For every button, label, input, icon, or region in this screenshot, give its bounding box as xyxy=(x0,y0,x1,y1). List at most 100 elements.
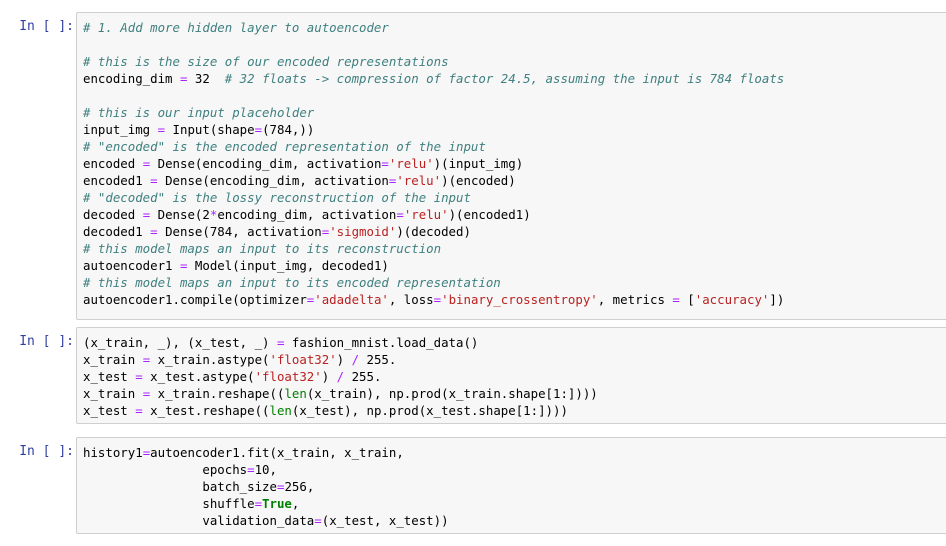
code-line: # this is our input placeholder xyxy=(83,104,784,121)
code-token: ) xyxy=(336,352,352,367)
code-line: epochs=10, xyxy=(83,461,449,478)
code-token: (x_test, x_test)) xyxy=(321,513,449,528)
code-token: input_img xyxy=(83,122,158,137)
code-token: [ xyxy=(679,292,695,307)
code-token: = xyxy=(672,292,680,307)
code-line: # this model maps an input to its encode… xyxy=(83,274,784,291)
code-cell-3[interactable]: In [ ]: history1 = autoencoder1.fit(x_trai… xyxy=(0,437,946,534)
code-line: x_test = x_test.reshape((len(x_test), np… xyxy=(83,402,598,419)
code-token: Dense(encoding_dim, activation xyxy=(150,156,382,171)
code-token: shuffle xyxy=(83,496,255,511)
code-token: 32 xyxy=(187,71,225,86)
code-token: 'float32' xyxy=(269,352,337,367)
code-token: = xyxy=(381,156,389,171)
code-token: 'relu' xyxy=(403,207,449,222)
code-cell-1[interactable]: In [ ]: # 1. Add more hidden layer to au… xyxy=(0,12,946,320)
code-token: 'sigmoid' xyxy=(329,224,397,239)
code-token: encoded xyxy=(83,156,143,171)
code-token: / xyxy=(351,352,360,367)
code-line: x_train = x_train.astype('float32') / 25… xyxy=(83,351,598,368)
code-token: batch_size xyxy=(83,479,277,494)
code-text[interactable]: # 1. Add more hidden layer to autoencode… xyxy=(83,19,784,308)
code-token: = xyxy=(247,462,255,477)
code-token: # 1. Add more hidden layer to autoencode… xyxy=(83,20,389,35)
code-token: )(input_img) xyxy=(433,156,524,171)
code-line: # this is the size of our encoded repres… xyxy=(83,53,784,70)
code-token: x_train xyxy=(83,352,143,367)
code-token: , xyxy=(291,496,300,511)
code-editor[interactable]: (x_train, _), (x_test, _) = fashion_mnis… xyxy=(76,327,946,424)
code-token: 'binary_crossentropy' xyxy=(441,292,598,307)
code-token: x_train xyxy=(83,386,143,401)
code-token: 'adadelta' xyxy=(314,292,389,307)
code-cell-2[interactable]: In [ ]: (x_train, _), (x_test, _) = fash… xyxy=(0,327,946,424)
code-token: = xyxy=(433,292,442,307)
code-token: = xyxy=(135,369,143,384)
code-line: x_test = x_test.astype('float32') / 255. xyxy=(83,368,598,385)
code-token: True xyxy=(262,496,292,511)
code-token: ]) xyxy=(769,292,785,307)
code-token: Input(shape xyxy=(165,122,255,137)
code-editor[interactable]: history1 = autoencoder1.fit(x_train, x_tra… xyxy=(76,437,946,534)
code-token: (x_train, _), (x_test, _) xyxy=(83,335,277,350)
code-line: # "decoded" is the lossy reconstruction … xyxy=(83,189,784,206)
code-token: (x_test), np.prod(x_test.shape[1:]))) xyxy=(291,403,568,418)
code-text[interactable]: history1 = autoencoder1.fit(x_train, x_tra… xyxy=(83,444,449,529)
code-token: 255. xyxy=(359,352,397,367)
code-token: x_train.astype( xyxy=(150,352,270,367)
code-token: fashion_mnist.load_data() xyxy=(284,335,479,350)
code-token: history1 xyxy=(83,445,143,460)
code-token: = xyxy=(150,173,158,188)
code-token: x_test.reshape(( xyxy=(142,403,270,418)
code-token: 'accuracy' xyxy=(694,292,770,307)
code-token: = xyxy=(254,496,263,511)
code-token: Dense(2 xyxy=(150,207,210,222)
code-line: # 1. Add more hidden layer to autoencode… xyxy=(83,19,784,36)
code-token: # this model maps an input to its recons… xyxy=(83,241,442,256)
code-line: encoded1 = Dense(encoding_dim, activatio… xyxy=(83,172,784,189)
code-token: autoencoder1.fit(x_train, x_train, xyxy=(150,445,404,460)
code-token: # "encoded" is the encoded representatio… xyxy=(83,139,486,154)
code-line: # "encoded" is the encoded representatio… xyxy=(83,138,784,155)
code-token: , metrics xyxy=(597,292,673,307)
code-line: autoencoder1 = Model(input_img, decoded1… xyxy=(83,257,784,274)
code-token: len xyxy=(269,403,292,418)
code-token: ) xyxy=(321,369,337,384)
cell-prompt: In [ ]: xyxy=(19,444,74,459)
code-line: autoencoder1.compile(optimizer = 'adadelta… xyxy=(83,291,784,308)
code-token: autoencoder1 xyxy=(83,258,180,273)
code-line: # this model maps an input to its recons… xyxy=(83,240,784,257)
code-token: Dense(encoding_dim, activation xyxy=(157,173,389,188)
code-token: (x_train), np.prod(x_train.shape[1:]))) xyxy=(306,386,598,401)
code-token: , loss xyxy=(388,292,434,307)
code-editor[interactable]: # 1. Add more hidden layer to autoencode… xyxy=(76,12,946,320)
code-token: encoding_dim xyxy=(83,71,180,86)
code-token: epochs xyxy=(83,462,248,477)
code-token: )(encoded1) xyxy=(448,207,531,222)
code-token: len xyxy=(284,386,307,401)
code-line: decoded1 = Dense(784, activation='sigmoi… xyxy=(83,223,784,240)
code-token: 'relu' xyxy=(388,156,434,171)
code-token: encoded1 xyxy=(83,173,151,188)
code-line: encoding_dim = 32 # 32 floats -> compres… xyxy=(83,70,784,87)
code-token: validation_data xyxy=(83,513,315,528)
code-text[interactable]: (x_train, _), (x_test, _) = fashion_mnis… xyxy=(83,334,598,419)
code-token: = xyxy=(157,122,166,137)
code-token: decoded xyxy=(83,207,143,222)
code-token: x_train.reshape(( xyxy=(150,386,285,401)
code-token: x_test xyxy=(83,369,136,384)
code-token: = xyxy=(135,403,143,418)
code-token: # this model maps an input to its encode… xyxy=(83,275,501,290)
code-token: Dense(784, activation xyxy=(157,224,322,239)
code-token: # 32 floats -> compression of factor 24.… xyxy=(224,71,785,86)
code-token: = xyxy=(150,224,158,239)
code-token: )(encoded) xyxy=(441,173,516,188)
cell-prompt: In [ ]: xyxy=(19,334,74,349)
code-line: input_img = Input(shape=(784,)) xyxy=(83,121,784,138)
code-token: 255. xyxy=(344,369,382,384)
code-token: / xyxy=(336,369,345,384)
code-line: batch_size=256, xyxy=(83,478,449,495)
code-line: x_train = x_train.reshape((len(x_train),… xyxy=(83,385,598,402)
code-token: autoencoder1.compile(optimizer xyxy=(83,292,307,307)
code-token: = xyxy=(396,207,404,222)
